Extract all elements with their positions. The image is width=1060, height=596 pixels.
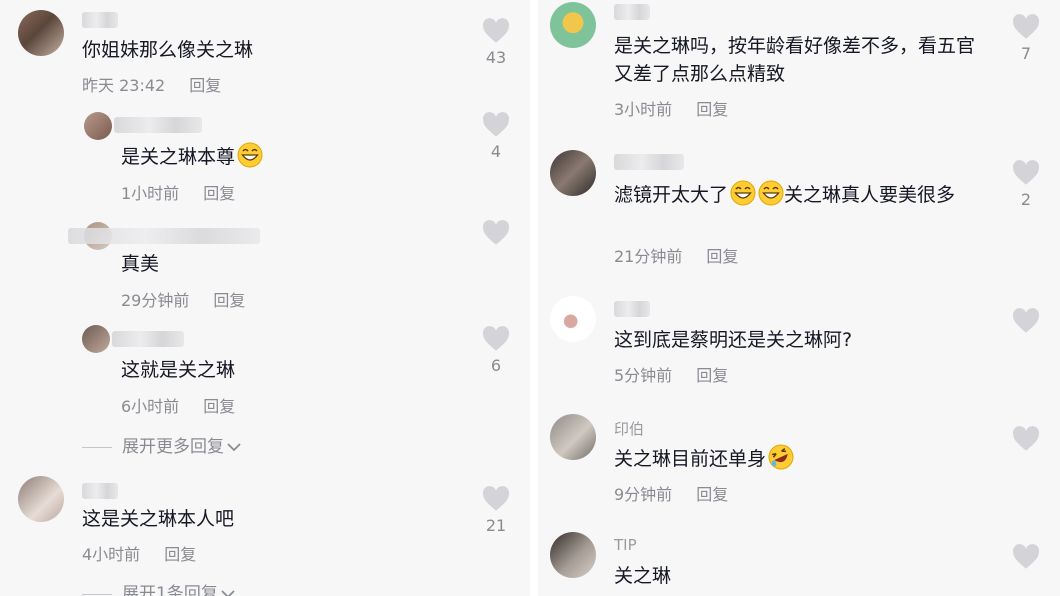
heart-icon bbox=[1012, 14, 1040, 39]
reply-button[interactable]: 回复 bbox=[706, 247, 738, 266]
like-button[interactable] bbox=[1006, 426, 1046, 452]
avatar[interactable] bbox=[84, 112, 112, 140]
username[interactable]: TIP bbox=[614, 536, 637, 554]
like-button[interactable]: 6 bbox=[476, 326, 516, 375]
comment-time: 昨天 23:42 bbox=[82, 76, 166, 95]
heart-icon bbox=[1012, 544, 1040, 569]
like-count: 21 bbox=[485, 516, 507, 535]
username-blurred[interactable] bbox=[68, 228, 260, 244]
like-button[interactable]: 4 bbox=[476, 112, 516, 161]
reply-button[interactable]: 回复 bbox=[696, 100, 728, 119]
chevron-down-icon bbox=[221, 590, 235, 596]
avatar[interactable] bbox=[550, 296, 596, 342]
comment-time: 21分钟前 bbox=[614, 247, 683, 266]
comment-text: 是关之琳本尊 bbox=[121, 142, 263, 171]
heart-icon bbox=[482, 18, 510, 43]
comment-text: 这到底是蔡明还是关之琳阿? bbox=[614, 329, 853, 351]
chevron-down-icon bbox=[227, 443, 241, 452]
comment-text: 这就是关之琳 bbox=[121, 359, 236, 381]
username-blurred[interactable] bbox=[614, 4, 650, 20]
reply-button[interactable]: 回复 bbox=[696, 366, 728, 385]
comment-meta: 21分钟前 回复 bbox=[614, 243, 738, 267]
comment-meta: 1小时前 回复 bbox=[121, 180, 235, 204]
grinning-emoji-icon bbox=[758, 180, 784, 206]
comment-text: 真美 bbox=[121, 253, 160, 275]
comment-time: 3小时前 bbox=[614, 100, 673, 119]
avatar[interactable] bbox=[550, 2, 596, 48]
reply-button[interactable]: 回复 bbox=[696, 485, 728, 504]
avatar[interactable] bbox=[18, 10, 64, 56]
rolling-laughing-emoji-icon bbox=[768, 444, 794, 470]
comment-time: 1小时前 bbox=[121, 184, 180, 203]
avatar[interactable] bbox=[18, 476, 64, 522]
divider bbox=[82, 446, 112, 448]
like-count: 4 bbox=[490, 142, 502, 161]
username[interactable]: 印伯 bbox=[614, 418, 644, 439]
comment-meta: 4小时前 回复 bbox=[82, 541, 196, 565]
username-blurred[interactable] bbox=[82, 483, 118, 499]
username-blurred[interactable] bbox=[614, 301, 650, 317]
left-comment-panel: 你姐妹那么像关之琳 昨天 23:42 回复 43 是关之琳本尊 1小时前 回复 4 … bbox=[0, 0, 530, 596]
comment-meta: 3小时前 回复 bbox=[614, 96, 728, 120]
like-count: 7 bbox=[1020, 44, 1032, 63]
comment-text: 滤镜开太大了 关之琳真人要美很多 bbox=[614, 180, 984, 209]
comment-meta: 29分钟前 回复 bbox=[121, 287, 245, 311]
like-button[interactable]: 7 bbox=[1006, 14, 1046, 63]
like-count: 6 bbox=[490, 356, 502, 375]
avatar[interactable] bbox=[82, 325, 110, 353]
comment-time: 29分钟前 bbox=[121, 291, 190, 310]
grinning-emoji-icon bbox=[730, 180, 756, 206]
comment-meta: 9分钟前 回复 bbox=[614, 481, 728, 505]
comment-time: 5分钟前 bbox=[614, 366, 673, 385]
username-blurred[interactable] bbox=[82, 12, 118, 28]
like-button[interactable] bbox=[1006, 544, 1046, 570]
comment-text: 这是关之琳本人吧 bbox=[82, 508, 235, 530]
comment-text: 关之琳目前还单身 bbox=[614, 444, 794, 473]
divider bbox=[82, 593, 112, 595]
reply-button[interactable]: 回复 bbox=[203, 397, 235, 416]
comment-time: 6小时前 bbox=[121, 397, 180, 416]
heart-icon bbox=[482, 112, 510, 137]
comment-text: 你姐妹那么像关之琳 bbox=[82, 39, 254, 61]
like-button[interactable] bbox=[1006, 308, 1046, 334]
reply-button[interactable]: 回复 bbox=[189, 76, 221, 95]
comment-text: 关之琳 bbox=[614, 565, 672, 587]
avatar[interactable] bbox=[550, 532, 596, 578]
comment-meta: 5分钟前 回复 bbox=[614, 362, 728, 386]
like-button[interactable]: 21 bbox=[476, 486, 516, 535]
like-button[interactable]: 43 bbox=[476, 18, 516, 67]
avatar[interactable] bbox=[550, 150, 596, 196]
heart-icon bbox=[1012, 160, 1040, 185]
avatar[interactable] bbox=[550, 414, 596, 460]
username-blurred[interactable] bbox=[614, 154, 684, 170]
reply-button[interactable]: 回复 bbox=[203, 184, 235, 203]
username-blurred[interactable] bbox=[114, 117, 202, 133]
right-comment-panel: 是关之琳吗，按年龄看好像差不多，看五官又差了点那么点精致 3小时前 回复 7 滤镜… bbox=[538, 0, 1060, 596]
heart-icon bbox=[1012, 308, 1040, 333]
reply-button[interactable]: 回复 bbox=[213, 291, 245, 310]
like-count: 43 bbox=[485, 48, 507, 67]
comment-time: 4小时前 bbox=[82, 545, 141, 564]
expand-replies-button[interactable]: 展开1条回复 bbox=[82, 579, 236, 596]
heart-icon bbox=[482, 486, 510, 511]
grinning-emoji-icon bbox=[237, 142, 263, 168]
like-button[interactable]: 2 bbox=[1006, 160, 1046, 209]
reply-button[interactable]: 回复 bbox=[164, 545, 196, 564]
comment-text: 是关之琳吗，按年龄看好像差不多，看五官又差了点那么点精致 bbox=[614, 35, 976, 85]
heart-icon bbox=[1012, 426, 1040, 451]
like-count: 2 bbox=[1020, 190, 1032, 209]
expand-replies-button[interactable]: 展开更多回复 bbox=[82, 432, 242, 457]
comment-meta: 6小时前 回复 bbox=[121, 393, 235, 417]
username-blurred[interactable] bbox=[112, 331, 184, 347]
like-button[interactable] bbox=[476, 220, 516, 250]
heart-icon bbox=[482, 326, 510, 351]
comment-meta: 昨天 23:42 回复 bbox=[82, 72, 221, 96]
heart-icon bbox=[482, 220, 510, 245]
comment-time: 9分钟前 bbox=[614, 485, 673, 504]
